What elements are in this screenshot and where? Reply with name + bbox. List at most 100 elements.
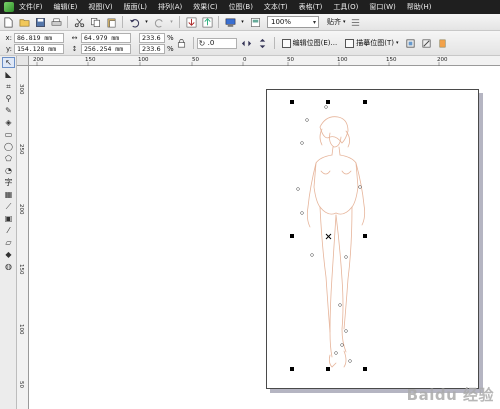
handle-top-right[interactable] xyxy=(363,100,367,104)
menu-file[interactable]: 文件(F) xyxy=(19,2,43,12)
interactive-fill-icon[interactable]: ◍ xyxy=(2,261,15,272)
freehand-tool-icon[interactable]: ✎ xyxy=(2,105,15,116)
standard-toolbar: ▾ ▾ ▾ 100% ▾ 贴齐 ▾ xyxy=(0,14,500,31)
redo-icon[interactable] xyxy=(153,16,165,28)
import-icon[interactable] xyxy=(185,16,197,28)
edit-bitmap-icon xyxy=(281,38,291,48)
crop-bitmap-icon[interactable] xyxy=(404,37,416,49)
open-folder-icon[interactable] xyxy=(18,16,30,28)
zoom-level-value: 100% xyxy=(271,18,292,26)
ruler-tick-label: 300 xyxy=(18,84,24,95)
menu-edit[interactable]: 编辑(E) xyxy=(54,2,78,12)
chevron-down-icon[interactable]: ▾ xyxy=(240,16,245,28)
rotation-angle-input[interactable]: ↻ .0 xyxy=(196,37,237,49)
y-position-input[interactable]: 154.128 mm xyxy=(14,43,64,54)
size-fields: ↔ 64.979 mm ↕ 256.254 mm xyxy=(70,32,131,54)
width-input[interactable]: 64.979 mm xyxy=(81,32,131,43)
x-position-input[interactable]: 86.819 mm xyxy=(14,32,64,43)
mirror-horizontal-icon[interactable] xyxy=(241,37,253,49)
smart-fill-icon[interactable]: ◈ xyxy=(2,117,15,128)
polygon-tool-icon[interactable]: ⬠ xyxy=(2,153,15,164)
center-marker-icon xyxy=(325,233,332,240)
lock-ratio-icon[interactable] xyxy=(176,37,188,49)
chevron-down-icon[interactable]: ▾ xyxy=(144,16,149,28)
scale-x-input[interactable]: 233.6 xyxy=(139,32,165,43)
percent-label: % xyxy=(167,44,174,53)
chevron-down-icon: ▾ xyxy=(343,19,346,25)
save-icon[interactable] xyxy=(34,16,46,28)
figure-outline xyxy=(306,116,366,368)
menu-help[interactable]: 帮助(H) xyxy=(407,2,432,12)
new-document-icon[interactable] xyxy=(2,16,14,28)
dimension-tool-icon[interactable]: ⟋ xyxy=(2,201,15,212)
fill-tool-icon[interactable]: ◆ xyxy=(2,249,15,260)
y-label: y: xyxy=(6,44,12,53)
trace-bitmap-button[interactable]: 描摹位图(T) ▾ xyxy=(345,38,398,48)
menu-text[interactable]: 文本(T) xyxy=(264,2,288,12)
menu-window[interactable]: 窗口(W) xyxy=(369,2,395,12)
menu-effects[interactable]: 效果(C) xyxy=(193,2,217,12)
edit-bitmap-button[interactable]: 编辑位图(E)... xyxy=(281,38,337,48)
app-logo-icon xyxy=(4,2,14,12)
ruler-tick-label: 50 xyxy=(18,381,24,388)
mirror-vertical-icon[interactable] xyxy=(257,37,269,49)
ruler-origin[interactable] xyxy=(17,56,29,66)
separator xyxy=(67,16,68,28)
welcome-screen-icon[interactable] xyxy=(249,16,261,28)
separator xyxy=(218,16,219,28)
rectangle-tool-icon[interactable]: ▭ xyxy=(2,129,15,140)
copy-icon[interactable] xyxy=(89,16,101,28)
handle-middle-right[interactable] xyxy=(363,234,367,238)
table-tool-icon[interactable]: ▦ xyxy=(2,189,15,200)
toolbox: ↖ ◣ ⌗ ⚲ ✎ ◈ ▭ ◯ ⬠ ◔ 字 ▦ ⟋ ▣ ⁄ ▱ ◆ ◍ xyxy=(0,56,17,409)
scale-fields: 233.6 % 233.6 % xyxy=(139,32,174,54)
handle-top-center[interactable] xyxy=(326,100,330,104)
x-label: x: xyxy=(5,33,12,42)
menu-view[interactable]: 视图(V) xyxy=(88,2,112,12)
separator xyxy=(179,16,180,28)
interactive-effects-icon[interactable]: ▣ xyxy=(2,213,15,224)
crop-tool-icon[interactable]: ⌗ xyxy=(2,81,15,92)
rotate-icon: ↻ xyxy=(198,38,206,48)
handle-middle-left[interactable] xyxy=(290,234,294,238)
handle-bottom-left[interactable] xyxy=(290,367,294,371)
scale-y-input[interactable]: 233.6 xyxy=(139,43,165,54)
basic-shapes-icon[interactable]: ◔ xyxy=(2,165,15,176)
zoom-level-select[interactable]: 100% ▾ xyxy=(267,16,319,28)
text-tool-icon[interactable]: 字 xyxy=(2,177,15,188)
menu-table[interactable]: 表格(T) xyxy=(299,2,323,12)
print-icon[interactable] xyxy=(50,16,62,28)
wrap-text-icon[interactable] xyxy=(436,37,448,49)
selection-handles[interactable] xyxy=(290,100,367,371)
pick-tool-icon[interactable]: ↖ xyxy=(2,57,15,68)
ellipse-tool-icon[interactable]: ◯ xyxy=(2,141,15,152)
outline-tool-icon[interactable]: ▱ xyxy=(2,237,15,248)
separator xyxy=(192,37,194,49)
menu-tools[interactable]: 工具(O) xyxy=(333,2,358,12)
height-icon: ↕ xyxy=(71,44,78,53)
chevron-down-icon[interactable]: ▾ xyxy=(169,16,174,28)
menu-arrange[interactable]: 排列(A) xyxy=(158,2,182,12)
paste-icon[interactable] xyxy=(105,16,117,28)
vertical-ruler[interactable]: 300 250 200 150 100 50 xyxy=(17,66,29,409)
drawing-canvas[interactable]: Baidu 经验 xyxy=(30,67,500,409)
snap-to-dropdown[interactable]: 贴齐 ▾ xyxy=(327,17,346,27)
handle-top-left[interactable] xyxy=(290,100,294,104)
handle-bottom-right[interactable] xyxy=(363,367,367,371)
shape-tool-icon[interactable]: ◣ xyxy=(2,69,15,80)
options-icon[interactable] xyxy=(350,16,362,28)
handle-bottom-center[interactable] xyxy=(326,367,330,371)
height-input[interactable]: 256.254 mm xyxy=(81,43,131,54)
menu-bitmaps[interactable]: 位图(B) xyxy=(229,2,253,12)
menu-layout[interactable]: 版面(L) xyxy=(124,2,147,12)
position-fields: x: 86.819 mm y: 154.128 mm xyxy=(4,32,64,54)
cut-icon[interactable] xyxy=(73,16,85,28)
eyedropper-tool-icon[interactable]: ⁄ xyxy=(2,225,15,236)
zoom-tool-icon[interactable]: ⚲ xyxy=(2,93,15,104)
fashion-sketch[interactable] xyxy=(30,67,500,409)
app-launcher-icon[interactable] xyxy=(224,16,236,28)
horizontal-ruler[interactable]: 200 150 100 50 0 50 100 150 200 xyxy=(17,56,500,66)
undo-icon[interactable] xyxy=(128,16,140,28)
export-icon[interactable] xyxy=(201,16,213,28)
resample-icon[interactable] xyxy=(420,37,432,49)
